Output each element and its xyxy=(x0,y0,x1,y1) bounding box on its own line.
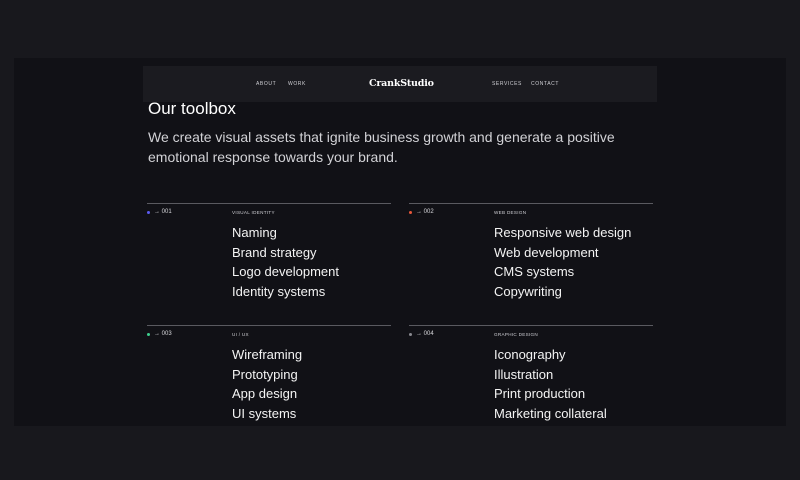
card-index-label: → 004 xyxy=(416,331,434,337)
card-index-label: → 001 xyxy=(154,209,172,215)
card-divider xyxy=(409,325,653,326)
service-item: CMS systems xyxy=(494,264,575,279)
card-index-label: → 002 xyxy=(416,209,434,215)
bullet-dot-icon xyxy=(147,210,150,214)
nav-link-contact[interactable]: CONTACT xyxy=(531,81,559,87)
card-category: GRAPHIC DESIGN xyxy=(494,332,539,337)
nav-link-work[interactable]: WORK xyxy=(288,81,306,87)
service-item: Logo development xyxy=(232,264,339,279)
bullet-dot-icon xyxy=(147,332,150,336)
service-item: App design xyxy=(232,386,298,401)
service-item: Illustration xyxy=(494,366,554,382)
page-frame xyxy=(14,58,786,426)
service-list: Iconography Illustration Print productio… xyxy=(494,345,607,423)
service-list: Responsive web design Web development CM… xyxy=(494,223,631,301)
card-index-label: → 003 xyxy=(154,331,172,337)
card-index: → 002 xyxy=(409,209,434,215)
service-item: Identity systems xyxy=(232,283,326,299)
card-index: → 001 xyxy=(147,209,172,215)
card-divider xyxy=(147,203,391,204)
card-category: VISUAL IDENTITY xyxy=(232,210,275,215)
service-item: Copywriting xyxy=(494,283,562,299)
nav-link-services[interactable]: SERVICES xyxy=(492,81,522,87)
service-item: Web development xyxy=(494,244,599,260)
service-item: UI systems xyxy=(232,405,297,421)
card-category: WEB DESIGN xyxy=(494,210,527,215)
card-category: UI / UX xyxy=(232,332,249,337)
card-divider xyxy=(147,325,391,326)
service-list: Naming Brand strategy Logo development I… xyxy=(232,223,339,301)
service-item: Marketing collateral xyxy=(494,405,607,421)
service-item: Prototyping xyxy=(232,366,298,382)
bullet-dot-icon xyxy=(409,332,412,336)
service-item: Wireframing xyxy=(232,347,303,362)
section-intro: We create visual assets that ignite busi… xyxy=(148,129,615,165)
service-list: Wireframing Prototyping App design UI sy… xyxy=(232,345,302,423)
card-index: → 004 xyxy=(409,331,434,337)
card-index: → 003 xyxy=(147,331,172,337)
card-divider xyxy=(409,203,653,204)
bullet-dot-icon xyxy=(409,210,412,214)
service-item: Print production xyxy=(494,386,586,401)
section-title: Our toolbox xyxy=(148,99,236,118)
service-item: Brand strategy xyxy=(232,244,317,260)
logo[interactable]: CrankStudio xyxy=(369,78,434,89)
nav-link-about[interactable]: ABOUT xyxy=(256,81,276,87)
service-item: Naming xyxy=(232,225,277,240)
service-item: Responsive web design xyxy=(494,225,632,240)
service-item: Iconography xyxy=(494,347,566,362)
